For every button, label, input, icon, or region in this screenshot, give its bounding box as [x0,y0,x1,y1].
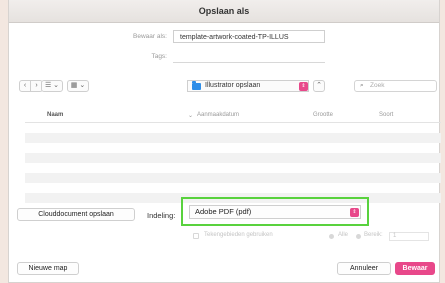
location-label: Illustrator opslaan [205,82,261,89]
table-row [25,173,441,183]
file-table: Naam ⌄ Aanmaakdatum Grootte Soort [25,108,441,203]
back-button[interactable]: ‹ [19,80,31,92]
location-arrows-icon: ⇕ [299,82,308,91]
range-radio[interactable] [356,234,361,239]
table-header: Naam ⌄ Aanmaakdatum Grootte Soort [25,108,441,123]
format-value: Adobe PDF (pdf) [195,207,252,216]
format-arrows-icon: ⇕ [350,208,359,217]
column-created[interactable]: Aanmaakdatum [197,112,239,118]
sort-indicator-icon: ⌄ [188,113,194,119]
expand-button[interactable]: ⌃ [313,80,325,92]
folder-icon [192,81,201,90]
grid-view-button[interactable]: ▦ ⌄ [67,80,89,92]
all-label: Alle [338,232,349,238]
view-buttons: ☰ ⌄ ▦ ⌄ [41,80,89,92]
table-row [25,133,441,143]
range-label: Bereik: [364,232,383,238]
column-kind[interactable]: Soort [379,112,393,118]
save-button[interactable]: Bewaar [395,262,435,275]
new-folder-button[interactable]: Nieuwe map [17,262,79,275]
save-as-input[interactable]: template-artwork-coated-TP-ILLUS [173,30,325,43]
list-view-button[interactable]: ☰ ⌄ [41,80,63,92]
artboards-label: Tekengebieden gebruiken [204,232,273,238]
table-row [25,163,441,173]
tags-input[interactable] [173,51,325,63]
search-placeholder: Zoek [370,82,385,89]
tags-label: Tags: [151,53,167,60]
save-as-label: Bewaar als: [133,33,167,40]
column-name[interactable]: Naam [47,112,63,118]
format-select[interactable]: Adobe PDF (pdf) ⇕ [189,205,361,219]
cloud-save-button[interactable]: Clouddocument opslaan [17,208,135,221]
nav-buttons: ‹ › [19,80,43,92]
location-popup[interactable]: Illustrator opslaan ⇕ [187,80,309,92]
search-input[interactable]: ⌕ Zoek [354,80,437,92]
search-icon: ⌕ [360,82,364,89]
save-dialog: Opslaan als Bewaar als: template-artwork… [8,0,441,283]
column-size[interactable]: Grootte [313,112,333,118]
format-label: Indeling: [147,211,176,220]
dialog-title: Opslaan als [9,0,439,23]
artboards-checkbox[interactable] [193,233,199,239]
all-radio[interactable] [329,234,334,239]
table-row [25,123,441,133]
cancel-button[interactable]: Annuleer [337,262,391,275]
table-row [25,183,441,193]
range-input[interactable]: 1 [389,232,429,241]
table-row [25,153,441,163]
table-row [25,143,441,153]
